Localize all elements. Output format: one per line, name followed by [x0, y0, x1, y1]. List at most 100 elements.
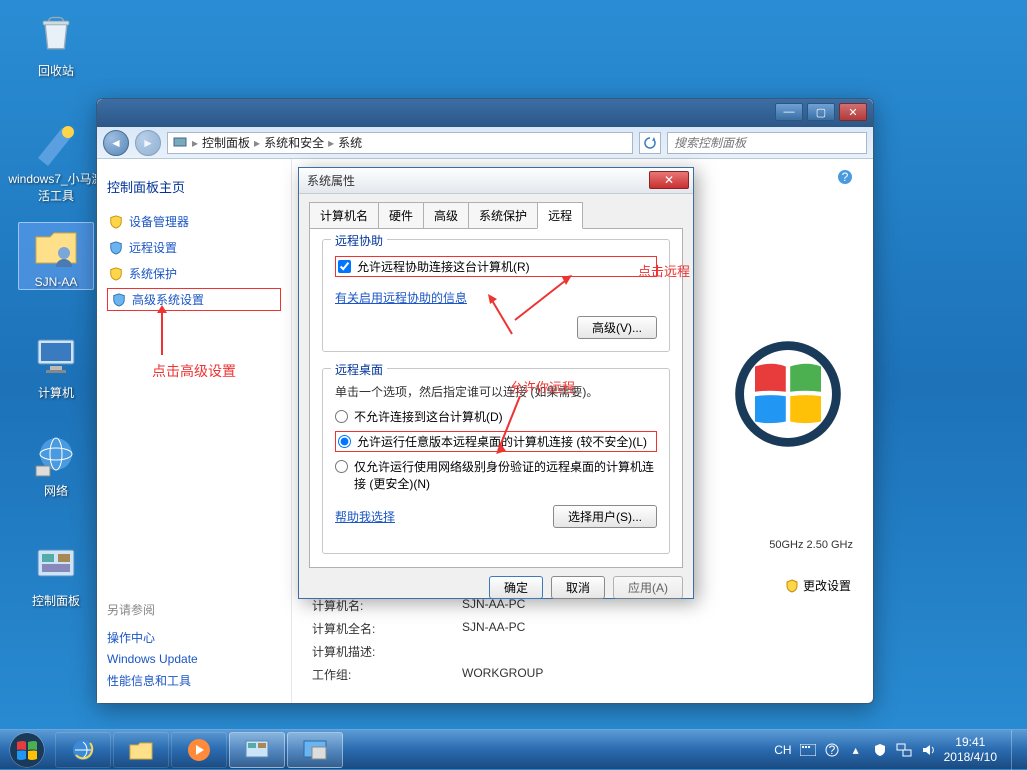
ok-button[interactable]: 确定 — [489, 576, 543, 599]
cancel-button[interactable]: 取消 — [551, 576, 605, 599]
recycle-bin-icon — [32, 10, 80, 58]
close-button[interactable]: ✕ — [839, 103, 867, 121]
remote-assistance-advanced-button[interactable]: 高级(V)... — [577, 316, 657, 339]
desktop-icon-user-folder[interactable]: SJN-AA — [18, 222, 94, 290]
activator-icon — [32, 118, 80, 166]
radio-allow-any[interactable] — [338, 435, 351, 448]
change-settings-link[interactable]: 更改设置 — [803, 577, 851, 594]
show-desktop-button[interactable] — [1011, 730, 1023, 770]
refresh-button[interactable] — [639, 132, 661, 154]
shield-icon — [109, 215, 123, 229]
sidebar-item-remote-settings[interactable]: 远程设置 — [107, 236, 281, 259]
help-tray-icon[interactable]: ? — [824, 742, 840, 758]
network-icon — [32, 430, 80, 478]
tab-remote[interactable]: 远程 — [537, 202, 583, 229]
dialog-tabs: 计算机名 硬件 高级 系统保护 远程 — [299, 194, 693, 228]
help-icon[interactable]: ? — [837, 169, 853, 185]
action-center-icon[interactable] — [872, 742, 888, 758]
tab-system-protection[interactable]: 系统保护 — [468, 202, 538, 228]
tab-advanced[interactable]: 高级 — [423, 202, 469, 228]
system-properties-dialog: 系统属性 ✕ 计算机名 硬件 高级 系统保护 远程 远程协助 允许远程协助连接这… — [298, 167, 694, 599]
crumb-control-panel[interactable]: 控制面板 — [202, 134, 250, 151]
keyboard-icon[interactable] — [800, 742, 816, 758]
time: 19:41 — [944, 735, 997, 749]
see-also-action-center[interactable]: 操作中心 — [107, 626, 281, 649]
taskbar-control-panel[interactable] — [229, 732, 285, 768]
ime-indicator[interactable]: CH — [774, 743, 791, 757]
sidebar-item-device-manager[interactable]: 设备管理器 — [107, 210, 281, 233]
sidebar-item-label: 系统保护 — [129, 265, 177, 282]
crumb-system[interactable]: 系统 — [338, 134, 362, 151]
desktop-icon-activator[interactable]: windows7_小马激活工具 — [6, 118, 106, 204]
dialog-close-button[interactable]: ✕ — [649, 171, 689, 189]
svg-text:?: ? — [828, 743, 835, 757]
remote-assistance-help-link[interactable]: 有关启用远程协助的信息 — [335, 289, 467, 306]
remote-desktop-subtitle: 单击一个选项，然后指定谁可以连接 (如果需要)。 — [335, 383, 657, 400]
dialog-titlebar[interactable]: 系统属性 ✕ — [299, 168, 693, 194]
control-panel-label: 控制面板 — [32, 594, 80, 608]
crumb-system-security[interactable]: 系统和安全 — [264, 134, 324, 151]
taskbar: CH ? ▴ 19:41 2018/4/10 — [0, 729, 1027, 769]
tab-computer-name[interactable]: 计算机名 — [309, 202, 379, 228]
radio-nla-only[interactable] — [335, 460, 348, 473]
see-also-title: 另请参阅 — [107, 601, 281, 618]
address-bar[interactable]: ▸ 控制面板 ▸ 系统和安全 ▸ 系统 — [167, 132, 633, 154]
maximize-button[interactable]: ▢ — [807, 103, 835, 121]
dialog-title: 系统属性 — [307, 172, 355, 189]
remote-desktop-option-nla-only[interactable]: 仅允许运行使用网络级别身份验证的远程桌面的计算机连接 (更安全)(N) — [335, 458, 657, 492]
network-tray-icon[interactable] — [896, 742, 912, 758]
recycle-bin-label: 回收站 — [38, 64, 74, 78]
date: 2018/4/10 — [944, 750, 997, 764]
shield-icon — [785, 579, 799, 593]
activator-label: windows7_小马激活工具 — [8, 172, 103, 203]
taskbar-remote-desktop[interactable] — [287, 732, 343, 768]
taskbar-explorer[interactable] — [113, 732, 169, 768]
volume-icon[interactable] — [920, 742, 936, 758]
remote-desktop-option-disallow[interactable]: 不允许连接到这台计算机(D) — [335, 408, 657, 425]
desktop-icon-network[interactable]: 网络 — [18, 430, 94, 499]
windows-logo — [733, 339, 843, 449]
taskbar-ie[interactable] — [55, 732, 111, 768]
search-input[interactable] — [667, 132, 867, 154]
sidebar-item-label: 高级系统设置 — [132, 291, 204, 308]
sidebar-home[interactable]: 控制面板主页 — [107, 177, 281, 196]
shield-icon — [109, 241, 123, 255]
sidebar-item-label: 设备管理器 — [129, 213, 189, 230]
control-panel-icon — [32, 540, 80, 588]
network-label: 网络 — [44, 484, 68, 498]
sidebar: 控制面板主页 设备管理器 远程设置 系统保护 高级系统设置 点击高级设置 另请参… — [97, 159, 292, 703]
user-folder-label: SJN-AA — [35, 275, 78, 289]
back-button[interactable]: ◄ — [103, 130, 129, 156]
see-also-windows-update[interactable]: Windows Update — [107, 649, 281, 669]
minimize-button[interactable]: — — [775, 103, 803, 121]
sidebar-item-label: 远程设置 — [129, 239, 177, 256]
annotation-click-remote: 点击远程 — [638, 261, 690, 280]
sidebar-item-system-protection[interactable]: 系统保护 — [107, 262, 281, 285]
clock[interactable]: 19:41 2018/4/10 — [944, 735, 1003, 764]
see-also-performance[interactable]: 性能信息和工具 — [107, 669, 281, 692]
forward-button[interactable]: ► — [135, 130, 161, 156]
window-titlebar[interactable]: — ▢ ✕ — [97, 99, 873, 127]
svg-text:?: ? — [842, 170, 849, 184]
select-users-button[interactable]: 选择用户(S)... — [553, 505, 657, 528]
annotation-click-advanced: 点击高级设置 — [107, 361, 281, 381]
shield-icon — [109, 267, 123, 281]
remote-desktop-legend: 远程桌面 — [331, 361, 387, 378]
taskbar-media-player[interactable] — [171, 732, 227, 768]
tray-chevron-icon[interactable]: ▴ — [848, 742, 864, 758]
remote-desktop-option-allow-any[interactable]: 允许运行任意版本远程桌面的计算机连接 (较不安全)(L) — [335, 431, 657, 452]
desktop-icon-recycle-bin[interactable]: 回收站 — [18, 10, 94, 79]
system-tray: CH ? ▴ 19:41 2018/4/10 — [770, 730, 1027, 770]
apply-button[interactable]: 应用(A) — [613, 576, 683, 599]
start-button[interactable] — [0, 730, 54, 770]
computer-small-icon — [172, 135, 188, 151]
sidebar-item-advanced-settings[interactable]: 高级系统设置 — [107, 288, 281, 311]
annotation-allow-remote: 允许你远程 — [510, 377, 575, 396]
shield-icon — [112, 293, 126, 307]
allow-remote-assistance-checkbox[interactable] — [338, 260, 351, 273]
help-me-choose-link[interactable]: 帮助我选择 — [335, 508, 395, 525]
radio-disallow[interactable] — [335, 410, 348, 423]
desktop-icon-computer[interactable]: 计算机 — [18, 332, 94, 401]
tab-hardware[interactable]: 硬件 — [378, 202, 424, 228]
desktop-icon-control-panel[interactable]: 控制面板 — [18, 540, 94, 609]
